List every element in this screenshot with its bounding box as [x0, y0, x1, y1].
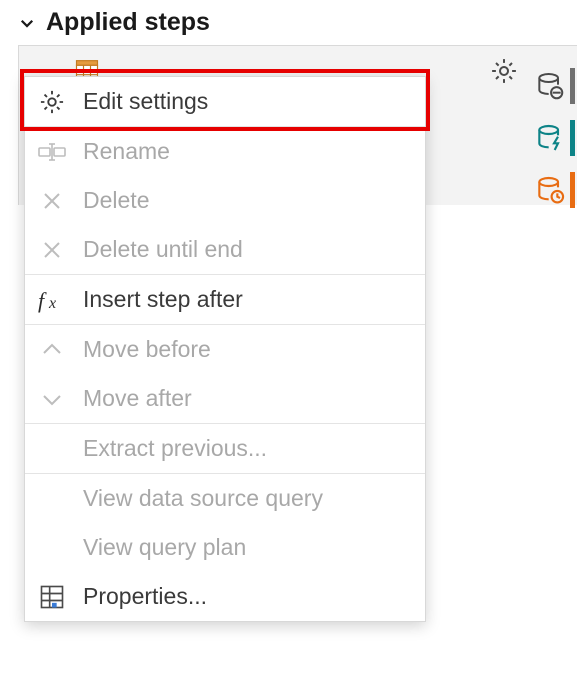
menu-edit-settings[interactable]: Edit settings [25, 77, 425, 126]
rename-icon [35, 135, 69, 169]
menu-label: View query plan [83, 534, 246, 561]
menu-move-before: Move before [25, 325, 425, 374]
chevron-down-icon [35, 382, 69, 416]
svg-text:f: f [38, 288, 47, 313]
menu-label: Move before [83, 336, 211, 363]
menu-label: Extract previous... [83, 435, 267, 462]
gear-icon[interactable] [489, 56, 519, 86]
properties-icon [35, 580, 69, 614]
right-action-strip [534, 68, 581, 208]
menu-label: View data source query [83, 485, 323, 512]
menu-view-data-source-query: View data source query [25, 474, 425, 523]
delete-x-icon [35, 184, 69, 218]
chevron-down-icon [18, 14, 36, 32]
menu-label: Move after [83, 385, 192, 412]
menu-delete: Delete [25, 176, 425, 225]
applied-steps-title: Applied steps [46, 8, 210, 37]
step-context-menu: Edit settings Rename Delete [24, 76, 426, 622]
gear-icon [35, 85, 69, 119]
menu-label: Edit settings [83, 88, 208, 115]
chevron-up-icon [35, 333, 69, 367]
applied-steps-header[interactable]: Applied steps [0, 0, 581, 45]
fx-icon: f x [35, 283, 69, 317]
menu-label: Delete until end [83, 236, 243, 263]
menu-move-after: Move after [25, 374, 425, 423]
menu-label: Delete [83, 187, 149, 214]
menu-properties[interactable]: Properties... [25, 572, 425, 621]
menu-insert-step-after[interactable]: f x Insert step after [25, 275, 425, 324]
delete-x-icon [35, 233, 69, 267]
toolbar-db-bolt-icon[interactable] [534, 120, 575, 156]
toolbar-gear-db-icon[interactable] [534, 68, 575, 104]
toolbar-db-clock-icon[interactable] [534, 172, 575, 208]
menu-delete-until-end: Delete until end [25, 225, 425, 274]
menu-label: Insert step after [83, 286, 243, 313]
menu-rename: Rename [25, 127, 425, 176]
menu-view-query-plan: View query plan [25, 523, 425, 572]
menu-label: Rename [83, 138, 170, 165]
menu-label: Properties... [83, 583, 207, 610]
svg-text:x: x [48, 295, 56, 312]
menu-extract-previous: Extract previous... [25, 424, 425, 473]
